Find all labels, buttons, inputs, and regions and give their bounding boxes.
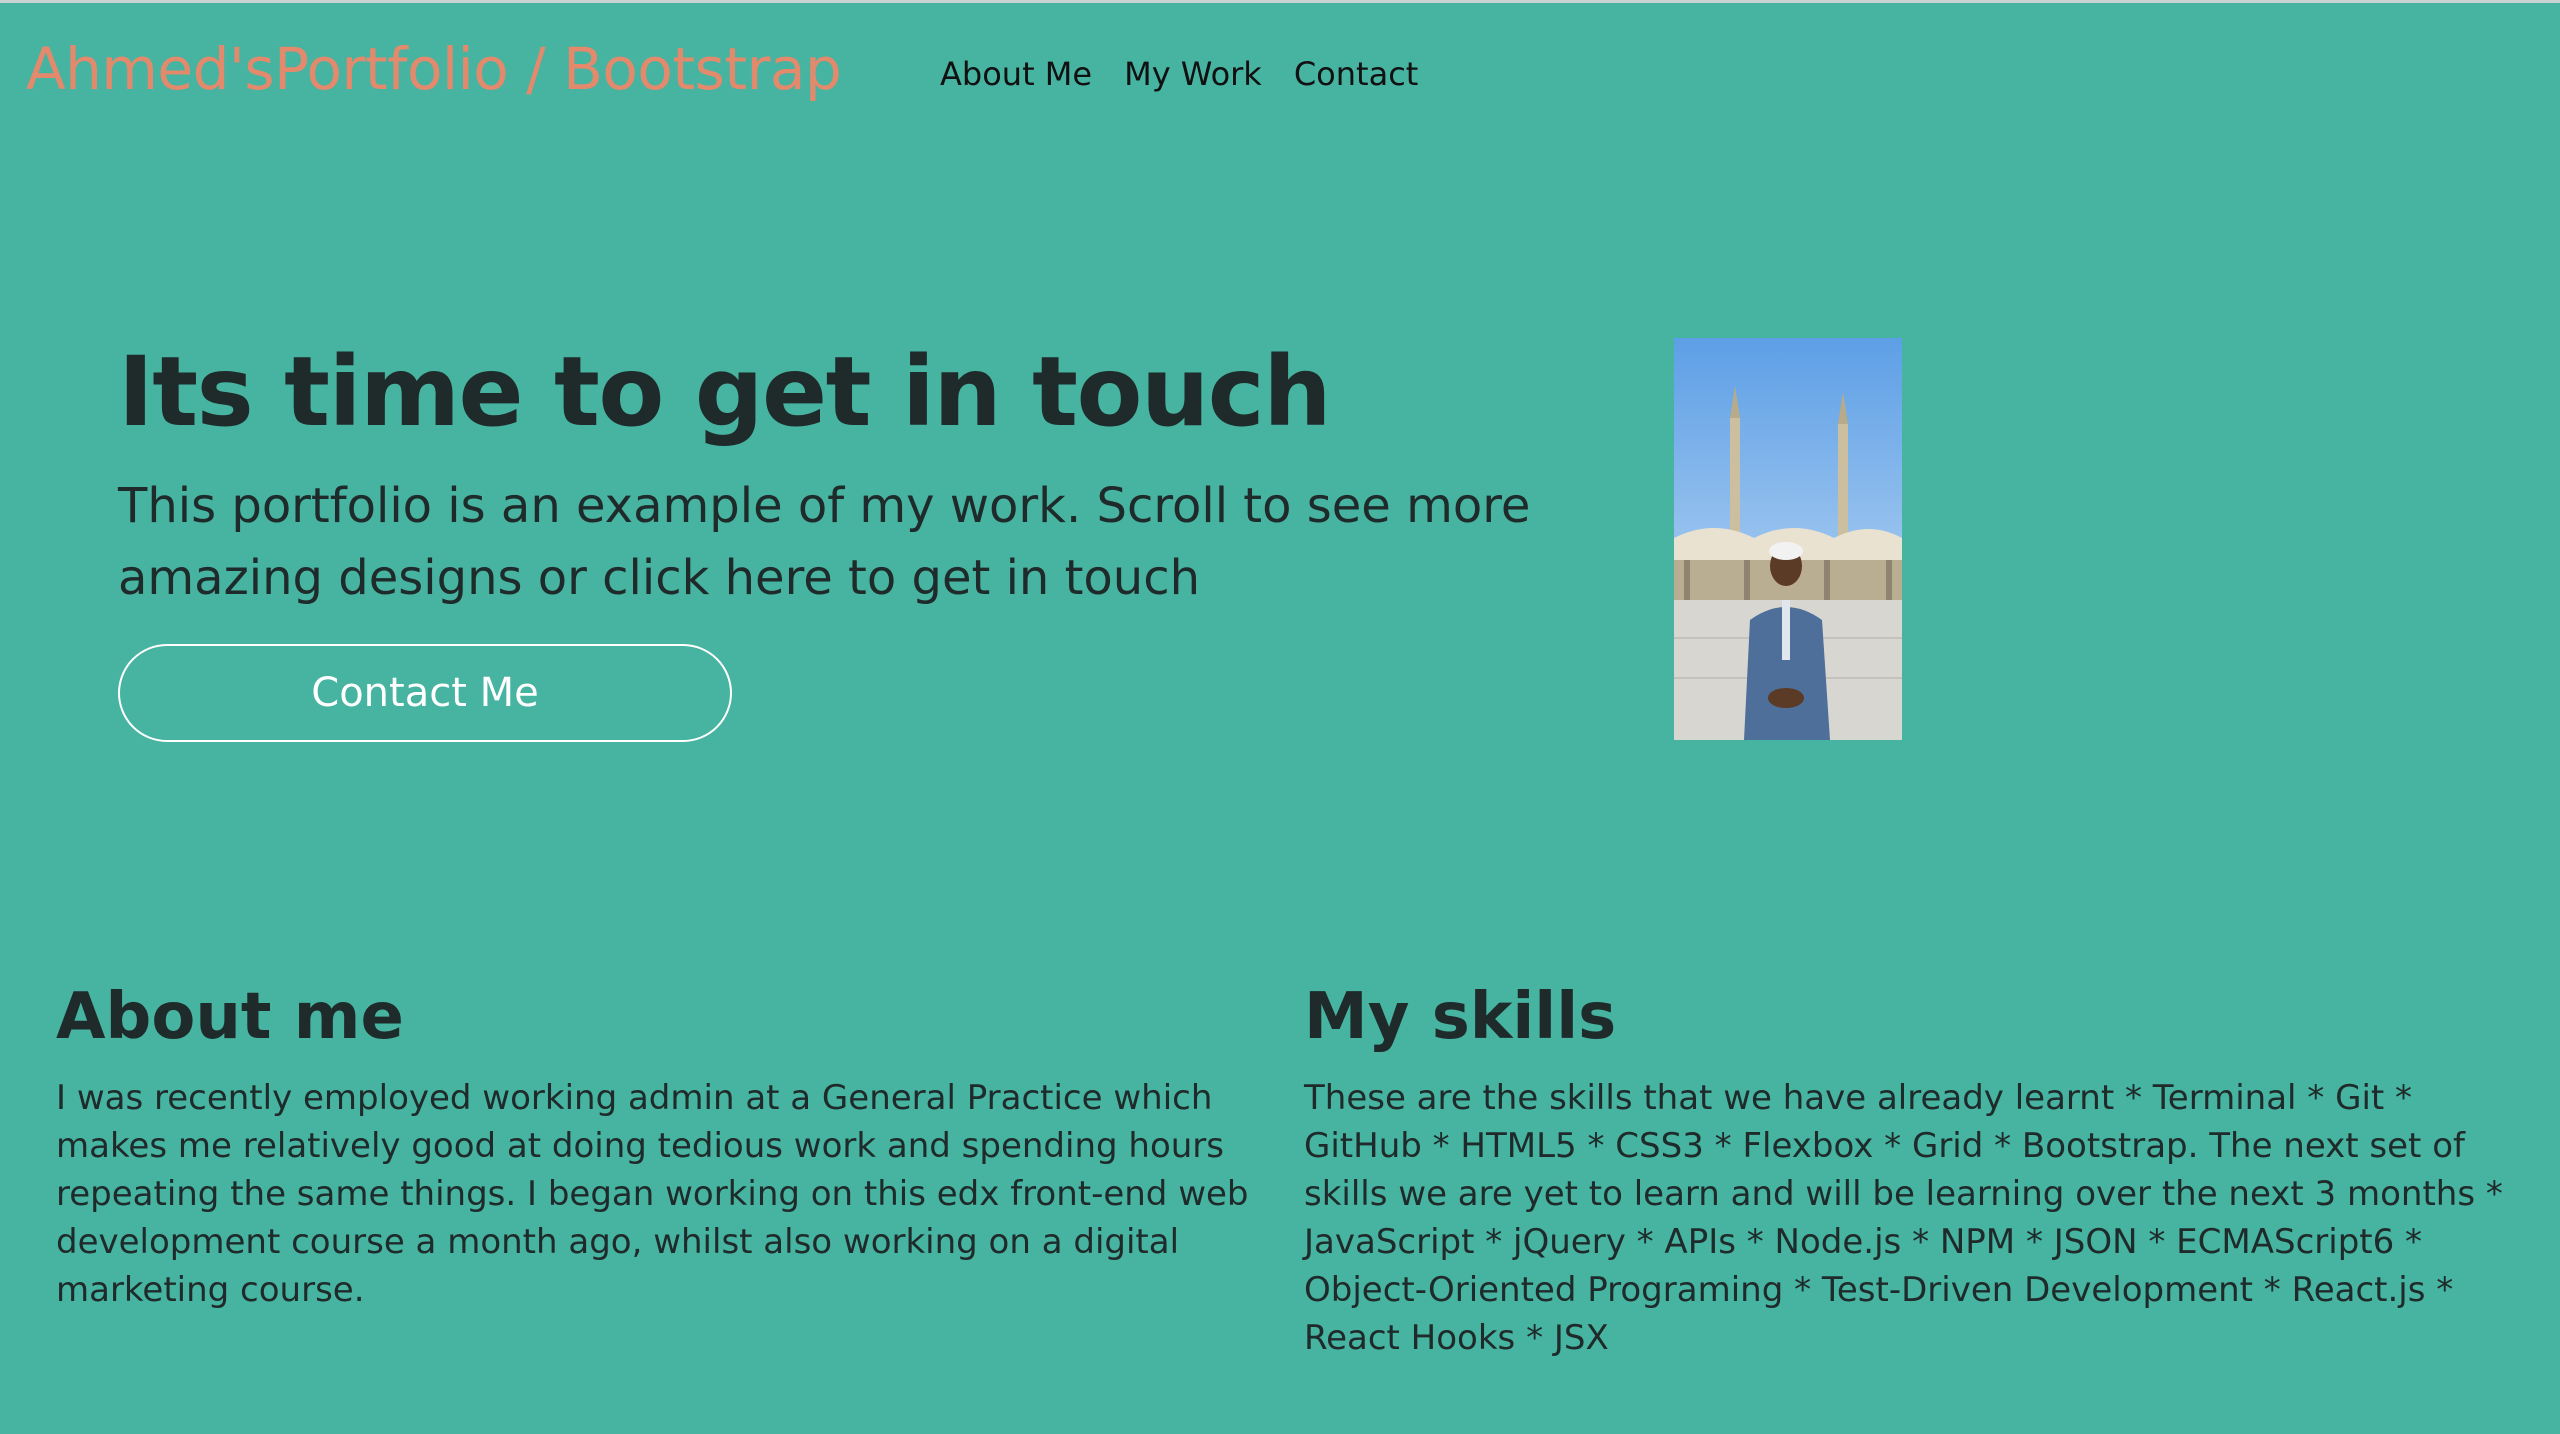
nav-link-contact[interactable]: Contact bbox=[1294, 55, 1419, 93]
skills-title: My skills bbox=[1304, 980, 1617, 1054]
hero-title: Its time to get in touch bbox=[118, 336, 1332, 448]
about-text: I was recently employed working admin at… bbox=[56, 1078, 1249, 1310]
nav-link-about-me[interactable]: About Me bbox=[940, 55, 1092, 93]
profile-photo bbox=[1674, 338, 1902, 740]
nav-link-my-work[interactable]: My Work bbox=[1124, 55, 1262, 93]
contact-me-button[interactable]: Contact Me bbox=[118, 644, 732, 742]
nav-links: About Me My Work Contact bbox=[940, 55, 1418, 93]
brand-logo-link[interactable]: Ahmed'sPortfolio / Bootstrap bbox=[26, 35, 842, 103]
hero-subtitle: This portfolio is an example of my work.… bbox=[118, 478, 1531, 606]
navbar: Ahmed'sPortfolio / Bootstrap About Me My… bbox=[0, 3, 2560, 143]
skills-text: These are the skills that we have alread… bbox=[1304, 1078, 2503, 1358]
about-title: About me bbox=[56, 980, 404, 1054]
